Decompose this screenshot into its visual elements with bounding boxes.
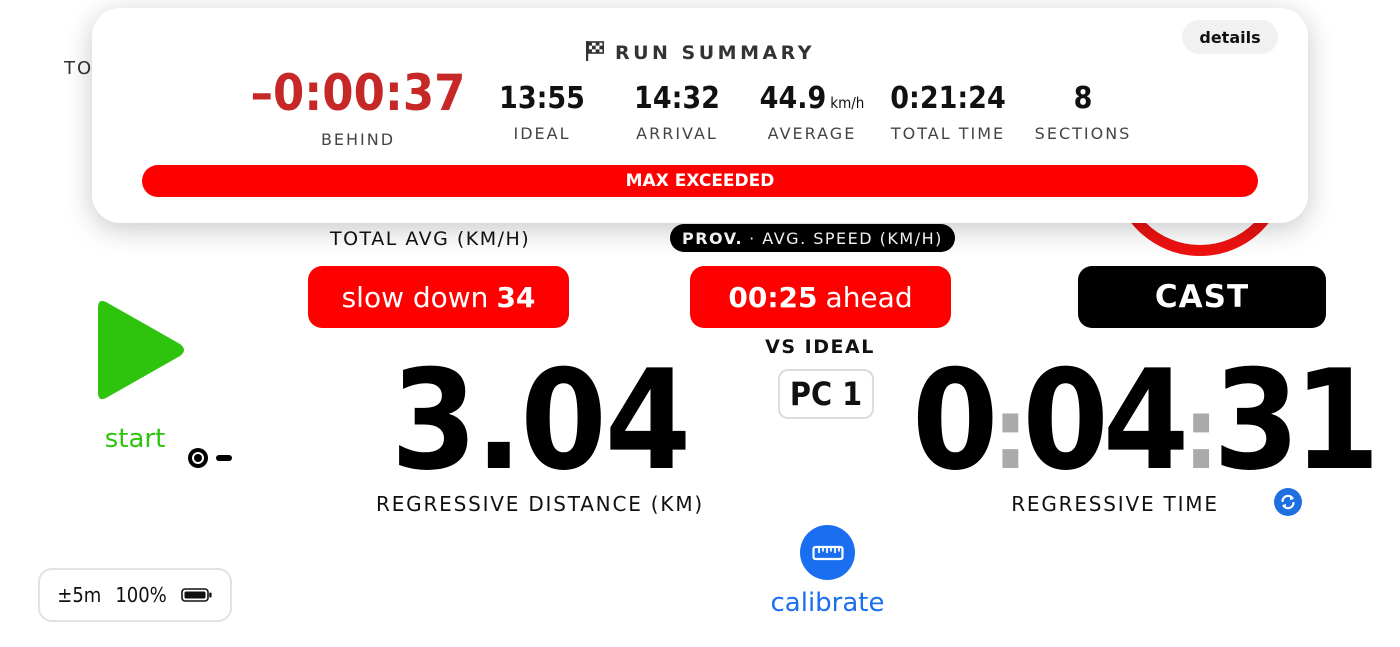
- battery-icon: [180, 588, 212, 602]
- summary-title: RUN SUMMARY: [614, 42, 816, 64]
- time-hours: 0: [912, 340, 998, 501]
- behind-value: –0:00:37: [250, 64, 466, 122]
- checkered-flag-icon: [585, 40, 605, 67]
- ahead-text: ahead: [825, 280, 913, 314]
- time-seconds: 31: [1213, 340, 1380, 501]
- regressive-time-label: REGRESSIVE TIME: [1011, 492, 1219, 516]
- record-toggle[interactable]: [186, 446, 234, 470]
- play-icon: [98, 300, 184, 400]
- details-button[interactable]: details: [1182, 20, 1278, 54]
- sections-label: SECTIONS: [1034, 124, 1132, 143]
- run-summary-card: RUN SUMMARY details –0:00:37 BEHIND 13:5…: [92, 8, 1308, 223]
- cast-button[interactable]: CAST: [1078, 266, 1326, 328]
- average-value: 44.9: [759, 81, 827, 116]
- ideal-value: 13:55: [499, 81, 585, 116]
- battery-percent: 100%: [115, 583, 167, 607]
- start-label[interactable]: start: [80, 424, 190, 454]
- summary-title-row: RUN SUMMARY: [92, 40, 1308, 67]
- pc-badge[interactable]: PC 1: [778, 369, 874, 419]
- stat-arrival: 14:32 ARRIVAL: [634, 64, 720, 144]
- total-time-label: TOTAL TIME: [890, 124, 1006, 143]
- ahead-time: 00:25: [728, 280, 818, 314]
- start-play-button[interactable]: [96, 298, 188, 402]
- stat-behind: –0:00:37 BEHIND: [251, 64, 466, 149]
- slow-down-text: slow down: [341, 280, 489, 314]
- behind-label: BEHIND: [320, 130, 396, 149]
- record-dot-icon: [188, 448, 232, 468]
- calibrate-button[interactable]: [800, 525, 855, 580]
- gps-status-box: ±5m 100%: [38, 568, 232, 622]
- partial-background-label: TO: [64, 58, 94, 79]
- time-minutes: 04: [1022, 340, 1189, 501]
- prov-prefix: PROV.: [682, 228, 744, 248]
- prov-avg-speed-pill: PROV. · AVG. SPEED (KM/H): [670, 224, 955, 252]
- regressive-distance-label: REGRESSIVE DISTANCE (KM): [376, 492, 704, 516]
- average-value-row: 44.9 km/h: [760, 64, 865, 114]
- slow-down-value: 34: [496, 280, 536, 314]
- calibrate-label[interactable]: calibrate: [740, 588, 915, 618]
- slow-down-button[interactable]: slow down 34: [308, 266, 569, 328]
- average-unit: km/h: [830, 94, 865, 112]
- time-separator: :: [992, 375, 1028, 492]
- arrival-label: ARRIVAL: [636, 124, 718, 143]
- stat-sections: 8 SECTIONS: [1034, 64, 1132, 144]
- gps-accuracy: ±5m: [57, 583, 102, 607]
- max-exceeded-bar: MAX EXCEEDED: [142, 165, 1258, 197]
- average-label: AVERAGE: [767, 124, 857, 143]
- app-screen: TO RUN SUMMARY details –0:00:37 BEHIND 1…: [0, 0, 1400, 647]
- total-avg-label: TOTAL AVG (KM/H): [330, 228, 531, 250]
- total-time-value: 0:21:24: [890, 81, 1006, 116]
- time-separator: :: [1183, 375, 1219, 492]
- refresh-time-button[interactable]: [1274, 488, 1302, 516]
- ahead-vs-ideal-button[interactable]: 00:25 ahead: [690, 266, 951, 328]
- regressive-time-value: 0:04:31: [912, 352, 1380, 492]
- prov-label: · AVG. SPEED (KM/H): [749, 228, 943, 248]
- regressive-distance-value: 3.04: [390, 340, 691, 501]
- stat-total-time: 0:21:24 TOTAL TIME: [890, 64, 1006, 144]
- ruler-icon: [811, 545, 844, 560]
- stat-ideal: 13:55 IDEAL: [499, 64, 585, 144]
- refresh-icon: [1281, 494, 1295, 510]
- sections-value: 8: [1073, 81, 1093, 116]
- arrival-value: 14:32: [634, 81, 720, 116]
- stat-average: 44.9 km/h AVERAGE: [760, 64, 865, 144]
- ideal-label: IDEAL: [513, 124, 571, 143]
